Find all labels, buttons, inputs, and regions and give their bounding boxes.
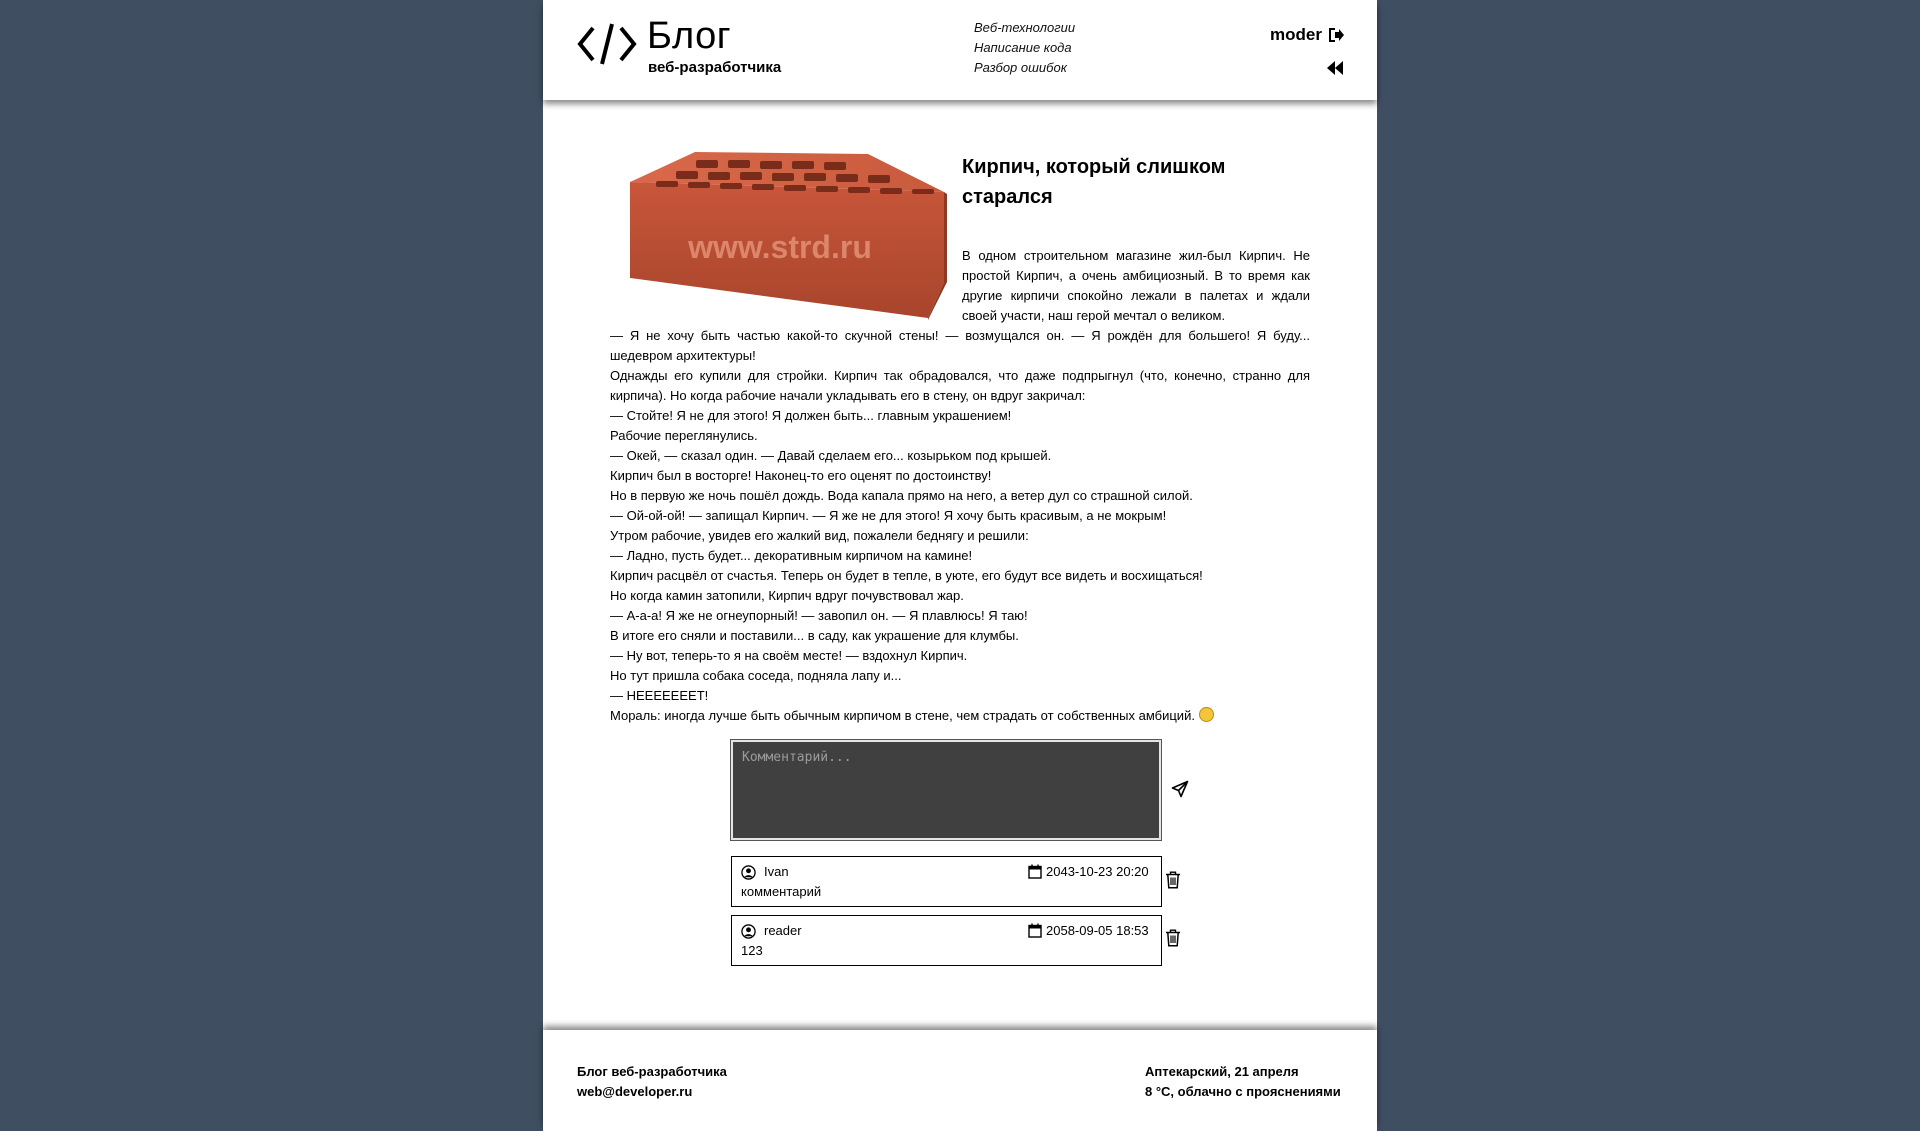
article-paragraph: — Ой-ой-ой! — запищал Кирпич. — Я же не …	[610, 508, 1167, 523]
comment-item: reader 2058-09-05 18:53 123	[731, 915, 1162, 966]
footer-location-date: Аптекарский, 21 апреля	[1145, 1064, 1299, 1079]
article-paragraph: Рабочие переглянулись.	[610, 428, 758, 443]
user-menu: moder	[1270, 24, 1344, 46]
calendar-icon	[1028, 864, 1042, 879]
article-paragraph: — Ну вот, теперь-то я на своём месте! — …	[610, 648, 968, 663]
send-icon[interactable]	[1171, 780, 1189, 798]
article-paragraph: — Ладно, пусть будет... декоративным кир…	[610, 548, 973, 563]
article-paragraph: Кирпич был в восторге! Наконец-то его оц…	[610, 468, 992, 483]
comment-text: комментарий	[741, 884, 822, 899]
article-paragraph: Но когда камин затопили, Кирпич вдруг по…	[610, 588, 964, 603]
article-paragraph: — Я не хочу быть частью какой-то скучной…	[610, 328, 1310, 363]
username[interactable]: moder	[1270, 24, 1322, 46]
article: www.strd.ru Кирпич, который слишком стар…	[610, 150, 1310, 726]
comment-form	[730, 739, 1189, 841]
article-paragraph: Мораль: иногда лучше быть обычным кирпич…	[610, 706, 1310, 726]
nav-item-error-analysis[interactable]: Разбор ошибок	[974, 58, 1075, 78]
smile-emoji-icon	[1198, 707, 1214, 722]
footer-weather-text: 8 °C, облачно с прояснениями	[1145, 1084, 1341, 1099]
footer-email[interactable]: web@developer.ru	[577, 1082, 727, 1102]
article-paragraph: — Стойте! Я не для этого! Я должен быть.…	[610, 408, 1012, 423]
image-watermark: www.strd.ru	[687, 229, 872, 265]
trash-icon[interactable]	[1165, 871, 1181, 889]
footer-weather: Аптекарский, 21 апреля 8 °C, облачно с п…	[1145, 1062, 1341, 1102]
article-paragraph: Но в первую же ночь пошёл дождь. Вода ка…	[610, 488, 1193, 503]
site-footer: Блог веб-разработчика web@developer.ru А…	[543, 1030, 1377, 1131]
footer-contacts: Блог веб-разработчика web@developer.ru	[577, 1062, 727, 1102]
article-paragraph: Однажды его купили для стройки. Кирпич т…	[610, 368, 1310, 403]
article-paragraph: Но тут пришла собака соседа, подняла лап…	[610, 668, 902, 683]
nav-item-web-technologies[interactable]: Веб-технологии	[974, 18, 1075, 38]
code-brackets-icon[interactable]	[577, 22, 637, 66]
article-paragraph: — НЕЕЕЕЕЕЕТ!	[610, 688, 709, 703]
comment-text: 123	[741, 943, 763, 958]
double-chevron-left-icon[interactable]	[1326, 60, 1344, 76]
logout-icon[interactable]	[1328, 27, 1344, 43]
comment-author: Ivan	[764, 864, 789, 879]
article-paragraph: — Окей, — сказал один. — Давай сделаем е…	[610, 448, 1052, 463]
article-paragraph: Кирпич расцвёл от счастья. Теперь он буд…	[610, 568, 1203, 583]
comment-author: reader	[764, 923, 802, 938]
main-nav: Веб-технологии Написание кода Разбор оши…	[974, 18, 1075, 78]
article-paragraph: — А-а-а! Я же не огнеупорный! — завопил …	[610, 608, 1028, 623]
page: Блог веб-разработчика Веб-технологии Нап…	[543, 0, 1377, 1131]
comment-item: Ivan 2043-10-23 20:20 комментарий	[731, 856, 1162, 907]
footer-blog-name: Блог веб-разработчика	[577, 1064, 727, 1079]
comment-input[interactable]	[730, 739, 1162, 841]
nav-item-code-writing[interactable]: Написание кода	[974, 38, 1075, 58]
user-circle-icon	[741, 924, 756, 939]
article-paragraph: В итоге его сняли и поставили... в саду,…	[610, 628, 1019, 643]
site-header: Блог веб-разработчика Веб-технологии Нап…	[543, 0, 1377, 100]
logo-subtitle: веб-разработчика	[648, 59, 782, 76]
trash-icon[interactable]	[1165, 929, 1181, 947]
article-paragraph: Утром рабочие, увидев его жалкий вид, по…	[610, 528, 1029, 543]
logo-title[interactable]: Блог	[647, 14, 731, 58]
article-image-brick: www.strd.ru	[630, 152, 947, 320]
moral-text: Мораль: иногда лучше быть обычным кирпич…	[610, 708, 1195, 723]
calendar-icon	[1028, 923, 1042, 938]
comment-date: 2058-09-05 18:53	[1046, 923, 1149, 938]
user-circle-icon	[741, 865, 756, 880]
comment-date: 2043-10-23 20:20	[1046, 864, 1149, 879]
